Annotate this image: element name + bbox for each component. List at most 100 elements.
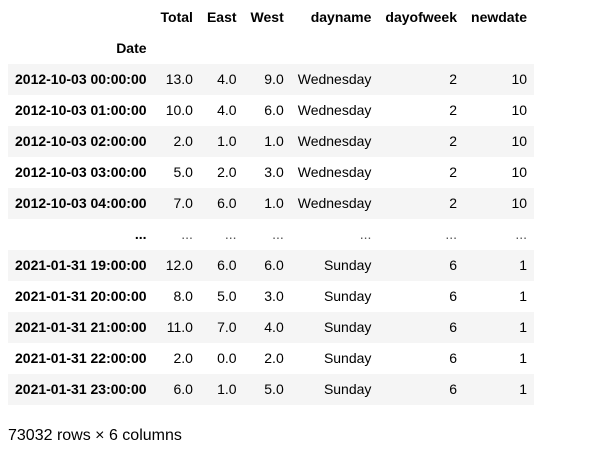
table-row: 2021-01-31 23:00:00 6.0 1.0 5.0 Sunday 6 1 (8, 374, 535, 405)
cell-total: 7.0 (173, 195, 193, 211)
cell-newdate: 1 (519, 288, 528, 304)
cell-east: 2.0 (217, 164, 237, 180)
row-index: ... (134, 226, 147, 242)
cell-west: 2.0 (264, 350, 284, 366)
cell-total: 13.0 (165, 71, 193, 87)
cell-dayname: Sunday (323, 350, 372, 366)
row-index: 2021-01-31 21:00:00 (15, 319, 147, 335)
row-index: 2012-10-03 03:00:00 (15, 164, 147, 180)
cell-west: 9.0 (264, 71, 284, 87)
cell-dayofweek: 2 (449, 195, 458, 211)
cell-dayname: Wednesday (297, 164, 372, 180)
cell-total: 2.0 (173, 350, 193, 366)
cell-total: 11.0 (166, 319, 193, 335)
cell-total: 6.0 (173, 381, 193, 397)
cell-west: 1.0 (264, 195, 284, 211)
index-name-row: Date (8, 33, 534, 64)
cell-dayname: ... (359, 226, 372, 242)
row-index: 2021-01-31 19:00:00 (15, 257, 147, 273)
cell-west: 6.0 (264, 102, 284, 118)
dataframe-shape-label: 73032 rows × 6 columns (8, 427, 182, 444)
cell-total: 10.0 (165, 102, 193, 118)
cell-east: 1.0 (217, 381, 237, 397)
cell-dayname: Wednesday (297, 102, 372, 118)
table-row: 2012-10-03 02:00:00 2.0 1.0 1.0 Wednesday 2 10 (8, 126, 535, 157)
cell-total: 12.0 (165, 257, 193, 273)
column-header-newdate: newdate (471, 9, 528, 25)
cell-dayofweek: 2 (449, 164, 458, 180)
column-header-dayname: dayname (310, 9, 372, 25)
cell-total: 5.0 (173, 164, 193, 180)
cell-dayofweek: 2 (449, 71, 458, 87)
empty-header-cell (200, 33, 244, 64)
dataframe-table: Total East West dayname dayofweek newdat… (8, 2, 535, 405)
table-row: 2021-01-31 20:00:00 8.0 5.0 3.0 Sunday 6 1 (8, 281, 534, 312)
cell-dayofweek: 6 (449, 288, 458, 304)
index-name-label: Date (116, 40, 147, 56)
cell-east: 6.0 (217, 195, 237, 211)
row-index: 2012-10-03 01:00:00 (15, 102, 147, 118)
cell-newdate: 10 (511, 164, 528, 180)
column-header-west: West (250, 9, 284, 25)
row-index: 2021-01-31 22:00:00 (15, 350, 147, 366)
cell-west: 5.0 (264, 381, 284, 397)
cell-dayname: Sunday (323, 319, 372, 335)
cell-west: 4.0 (264, 319, 284, 335)
empty-header-cell (244, 33, 291, 64)
cell-newdate: 10 (511, 102, 528, 118)
row-index: 2021-01-31 20:00:00 (15, 288, 147, 304)
cell-east: 4.0 (217, 102, 237, 118)
table-row: 2012-10-03 00:00:00 13.0 4.0 9.0 Wednesday 2 1… (8, 64, 535, 95)
column-header-index (8, 2, 154, 33)
table-row: 2012-10-03 03:00:00 5.0 2.0 3.0 Wednesday 2 10 (8, 157, 534, 188)
table-body: 2012-10-03 00:00:00 13.0 4.0 9.0 Wednesday 2 1… (8, 64, 535, 405)
cell-east: 4.0 (217, 71, 237, 87)
table-row: 2012-10-03 01:00:00 10.0 4.0 6.0 Wednesday 2 1… (8, 95, 534, 126)
row-index: 2012-10-03 02:00:00 (15, 133, 147, 149)
cell-newdate: 1 (519, 381, 528, 397)
cell-dayname: Wednesday (297, 195, 372, 211)
cell-east: 1.0 (217, 133, 237, 149)
cell-total: ... (181, 226, 193, 242)
cell-east: 0.0 (217, 350, 237, 366)
cell-total: 2.0 (173, 133, 193, 149)
cell-dayofweek: ... (445, 226, 458, 242)
cell-dayname: Wednesday (297, 71, 372, 87)
cell-newdate: 1 (519, 319, 528, 335)
column-header-total: Total (160, 9, 193, 25)
cell-west: 3.0 (264, 288, 284, 304)
cell-newdate: 1 (519, 257, 528, 273)
cell-newdate: 10 (511, 195, 528, 211)
empty-header-cell (291, 33, 379, 64)
cell-dayname: Wednesday (297, 133, 372, 149)
cell-dayofweek: 6 (449, 350, 458, 366)
cell-east: ... (224, 226, 237, 242)
ellipsis-row: ..................... (8, 219, 534, 250)
cell-east: 5.0 (217, 288, 237, 304)
empty-header-cell (154, 33, 200, 64)
row-index: 2012-10-03 04:00:00 (15, 195, 147, 211)
cell-east: 7.0 (217, 319, 237, 335)
table-row: 2021-01-31 19:00:00 12.0 6.0 6.0 Sunday 6 1 (8, 250, 535, 281)
cell-east: 6.0 (217, 257, 237, 273)
cell-newdate: 10 (511, 133, 528, 149)
cell-dayofweek: 6 (449, 257, 458, 273)
table-row: 2021-01-31 22:00:00 2.0 0.0 2.0 Sunday 6 1 (8, 343, 534, 374)
row-index: 2021-01-31 23:00:00 (15, 381, 147, 397)
cell-west: 3.0 (264, 164, 284, 180)
cell-dayofweek: 2 (449, 133, 458, 149)
column-header-row: Total East West dayname dayofweek newdat… (8, 2, 534, 33)
table-header: Total East West dayname dayofweek newdat… (8, 2, 534, 64)
cell-dayname: Sunday (323, 288, 372, 304)
cell-west: 1.0 (264, 133, 284, 149)
cell-dayofweek: 6 (449, 319, 458, 335)
cell-newdate: 10 (511, 71, 528, 87)
cell-total: 8.0 (173, 288, 193, 304)
cell-newdate: 1 (519, 350, 528, 366)
column-header-dayofweek: dayofweek (385, 9, 458, 25)
cell-newdate: ... (515, 226, 528, 242)
table-row: 2021-01-31 21:00:00 11.0 7.0 4.0 Sunday 6 1 (8, 312, 535, 343)
table-row: 2012-10-03 04:00:00 7.0 6.0 1.0 Wednesday 2 10 (8, 188, 535, 219)
cell-west: 6.0 (264, 257, 284, 273)
cell-dayofweek: 2 (449, 102, 458, 118)
